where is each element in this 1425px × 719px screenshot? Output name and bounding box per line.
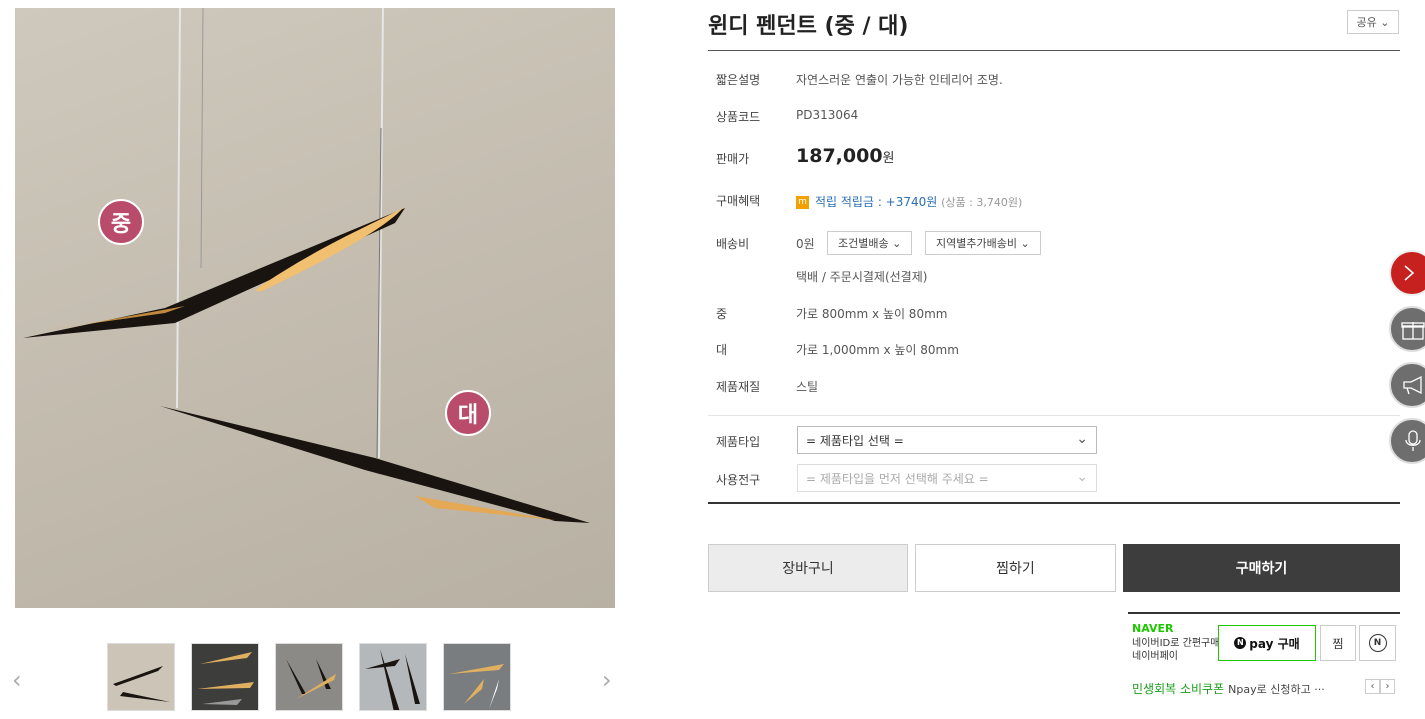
wish-button[interactable]: 찜하기 bbox=[915, 544, 1116, 592]
thumbnail-5[interactable] bbox=[443, 643, 511, 711]
size-badge-large: 대 bbox=[445, 390, 491, 436]
large-size-value: 가로 1,000mm x 높이 80mm bbox=[796, 343, 959, 357]
shipping-label: 배송비 bbox=[716, 237, 750, 251]
naverpay-coupon-banner[interactable]: 민생회복 소비쿠폰 Npay로 신청하고 ··· bbox=[1132, 680, 1325, 697]
floating-notice-button[interactable] bbox=[1389, 362, 1425, 408]
summary-value: 자연스러운 연출이 가능한 인테리어 조명. bbox=[796, 73, 1003, 87]
product-title: 윈디 펜던트 (중 / 대) bbox=[708, 14, 909, 39]
microphone-icon bbox=[1405, 430, 1421, 451]
benefit-sub: (상품 : 3,740원) bbox=[941, 196, 1023, 209]
material-value: 스틸 bbox=[796, 380, 819, 394]
coupon-subtitle: Npay로 신청하고 ··· bbox=[1228, 683, 1325, 696]
thumbnail-3[interactable] bbox=[275, 643, 343, 711]
benefit-text: 적립 적립금 : +3740원 bbox=[815, 195, 938, 209]
naverpay-divider bbox=[1128, 612, 1400, 614]
title-divider bbox=[708, 50, 1400, 51]
shipping-value: 0원 bbox=[796, 237, 815, 251]
naver-talk-button[interactable]: N bbox=[1359, 625, 1396, 661]
coupon-prev-button[interactable]: ‹ bbox=[1365, 679, 1380, 694]
naverpay-desc-line2: 네이버페이 bbox=[1132, 651, 1178, 662]
chevron-down-icon: ⌄ bbox=[1076, 469, 1088, 485]
buy-button[interactable]: 구매하기 bbox=[1123, 544, 1400, 592]
floating-gift-button[interactable] bbox=[1389, 306, 1425, 352]
material-label: 제품재질 bbox=[716, 380, 761, 394]
medium-size-label: 중 bbox=[716, 307, 728, 321]
product-code-value: PD313064 bbox=[796, 108, 859, 122]
size-badge-medium: 중 bbox=[98, 199, 144, 245]
naver-talk-icon: N bbox=[1368, 634, 1387, 652]
megaphone-icon bbox=[1403, 375, 1422, 395]
options-divider bbox=[708, 415, 1400, 416]
price-block: 187,000원 bbox=[796, 145, 895, 167]
thumbnail-2[interactable] bbox=[191, 643, 259, 711]
price-value: 187,000 bbox=[796, 145, 883, 167]
naverpay-desc-line1: 네이버ID로 간편구매 bbox=[1132, 638, 1220, 649]
pendant-illustration bbox=[23, 8, 590, 523]
coupon-title: 민생회복 소비쿠폰 bbox=[1132, 682, 1225, 696]
thumbnail-1-image bbox=[113, 666, 170, 702]
cart-button[interactable]: 장바구니 bbox=[708, 544, 908, 592]
regional-shipping-button[interactable]: 지역별추가배송비 ⌄ bbox=[925, 231, 1041, 255]
product-type-label: 제품타입 bbox=[716, 435, 761, 449]
shipping-method: 택배 / 주문시결제(선결제) bbox=[796, 270, 928, 284]
mileage-icon: m bbox=[796, 196, 809, 209]
price-label: 판매가 bbox=[716, 152, 750, 166]
product-type-select[interactable]: = 제품타입 선택 = ⌄ bbox=[797, 426, 1097, 454]
bulb-label: 사용전구 bbox=[716, 473, 761, 487]
chevron-right-icon bbox=[1404, 265, 1415, 281]
chevron-down-icon: ⌄ bbox=[1076, 431, 1088, 447]
coupon-next-button[interactable]: › bbox=[1380, 679, 1395, 694]
naverpay-description: 네이버ID로 간편구매 네이버페이 bbox=[1132, 637, 1219, 663]
gift-icon bbox=[1401, 322, 1425, 340]
summary-label: 짧은설명 bbox=[716, 73, 761, 87]
product-code-label: 상품코드 bbox=[716, 110, 761, 124]
naverpay-n-icon: N bbox=[1234, 637, 1247, 649]
benefit-label: 구매혜택 bbox=[716, 194, 761, 208]
price-unit: 원 bbox=[882, 151, 895, 166]
product-type-select-value: = 제품타입 선택 = bbox=[806, 433, 904, 448]
bulb-select[interactable]: = 제품타입을 먼저 선택해 주세요 = ⌄ bbox=[797, 464, 1097, 492]
main-product-image[interactable]: 중 대 bbox=[15, 8, 615, 608]
thumbnail-4-image bbox=[365, 649, 420, 710]
naverpay-zzim-button[interactable]: 찜 bbox=[1320, 625, 1356, 661]
medium-size-value: 가로 800mm x 높이 80mm bbox=[796, 307, 948, 321]
benefit-block: m 적립 적립금 : +3740원 (상품 : 3,740원) bbox=[796, 193, 1022, 210]
floating-voice-button[interactable] bbox=[1389, 418, 1425, 464]
bulb-select-value: = 제품타입을 먼저 선택해 주세요 = bbox=[806, 471, 989, 486]
thumbnail-3-image bbox=[286, 659, 336, 699]
thumbnail-next-button[interactable]: › bbox=[602, 666, 612, 694]
thumbnail-5-image bbox=[449, 664, 504, 709]
share-button[interactable]: 공유 ⌄ bbox=[1347, 10, 1399, 34]
thumbnail-1[interactable] bbox=[107, 643, 175, 711]
thumbnail-2-image bbox=[197, 652, 254, 705]
thumbnail-prev-button[interactable]: ‹ bbox=[12, 666, 22, 694]
options-bottom-divider bbox=[708, 502, 1400, 504]
conditional-shipping-button[interactable]: 조건별배송 ⌄ bbox=[827, 231, 913, 255]
thumbnail-4[interactable] bbox=[359, 643, 427, 711]
coupon-arrows: ‹ › bbox=[1365, 679, 1395, 694]
naverpay-buy-button[interactable]: Npay 구매 bbox=[1218, 625, 1316, 661]
floating-next-button[interactable] bbox=[1389, 250, 1425, 296]
naver-logo: NAVER bbox=[1132, 622, 1174, 635]
naverpay-buy-label: pay 구매 bbox=[1249, 636, 1300, 651]
large-size-label: 대 bbox=[716, 343, 728, 357]
